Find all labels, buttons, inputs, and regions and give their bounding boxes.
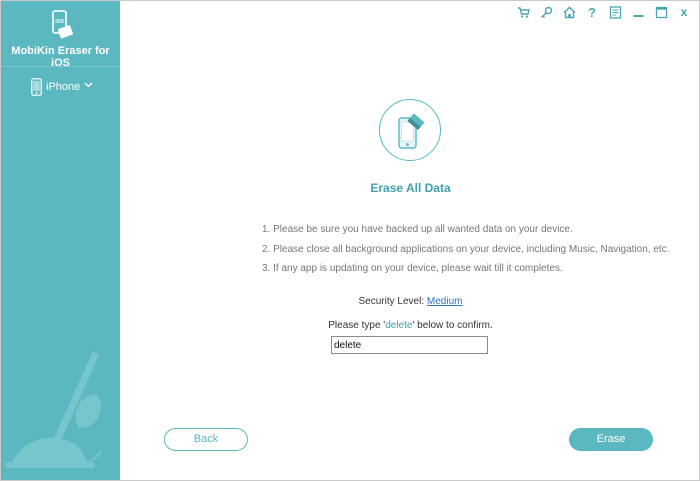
back-button[interactable]: Back (164, 428, 248, 451)
confirm-keyword: delete (385, 320, 413, 331)
confirm-suffix: ' below to confirm. (412, 320, 493, 331)
confirm-prefix: Please type ' (328, 320, 386, 331)
security-level-row: Security Level: Medium (301, 296, 520, 307)
cart-icon[interactable] (516, 5, 530, 19)
iphone-icon (31, 78, 42, 96)
device-selector[interactable]: iPhone (31, 78, 93, 96)
security-level-label: Security Level: (358, 296, 427, 307)
instructions-list: 1. Please be sure you have backed up all… (262, 224, 682, 283)
page-title: Erase All Data (370, 181, 451, 195)
instruction-item: 3. If any app is updating on your device… (262, 263, 563, 274)
app-logo-icon: iOS (52, 10, 74, 39)
feedback-icon[interactable] (608, 5, 622, 19)
erase-button[interactable]: Erase (569, 428, 653, 451)
instruction-item: 2. Please close all background applicati… (262, 243, 670, 255)
sidebar: iOS MobiKin Eraser for iOS iPhone (1, 1, 120, 480)
confirm-instructions: Please type 'delete' below to confirm. (301, 320, 520, 331)
logo-text: iOS (55, 19, 64, 25)
app-window: iOS MobiKin Eraser for iOS iPhone ? x Er… (0, 0, 700, 481)
chevron-down-icon (84, 82, 93, 88)
close-label: x (680, 5, 688, 19)
confirm-input[interactable] (331, 336, 488, 354)
help-label: ? (588, 4, 596, 20)
device-label: iPhone (46, 81, 81, 93)
erase-hero-icon (379, 99, 441, 161)
security-level-link[interactable]: Medium (427, 296, 463, 307)
sidebar-divider (1, 66, 120, 67)
instruction-item: 1. Please be sure you have backed up all… (262, 224, 573, 235)
help-icon[interactable]: ? (585, 4, 599, 20)
close-icon[interactable]: x (677, 5, 691, 19)
key-icon[interactable] (539, 5, 553, 19)
phone-eraser-icon (398, 113, 424, 149)
vacuum-illustration-icon (5, 351, 102, 468)
maximize-icon[interactable] (654, 5, 668, 19)
minimize-icon[interactable] (631, 5, 645, 19)
titlebar: ? x (507, 4, 691, 20)
home-icon[interactable] (562, 5, 576, 19)
